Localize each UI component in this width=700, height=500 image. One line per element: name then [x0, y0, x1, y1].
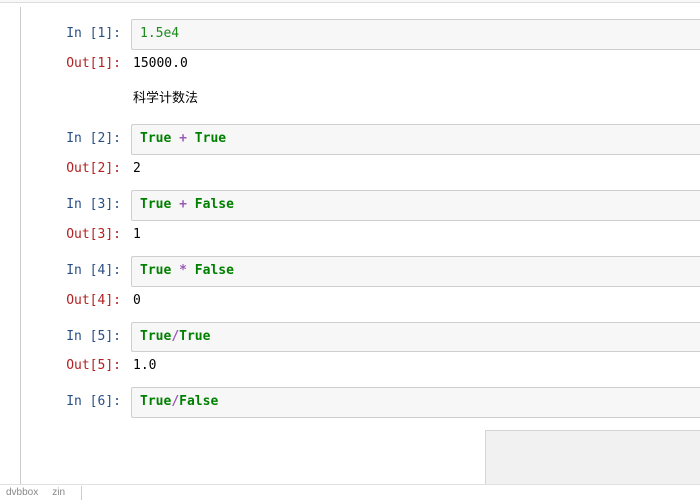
code-token: 1.5e4 [140, 26, 179, 41]
output-row: Out[2]:2 [21, 155, 700, 186]
output-row: Out[1]:15000.0 [21, 50, 700, 81]
status-item: zin [52, 487, 65, 498]
code-token: + [179, 131, 187, 146]
output-prompt: Out[1]: [21, 56, 131, 71]
status-bar: dvbbox zin [0, 484, 700, 500]
input-row: In [2]:True + True [21, 124, 700, 155]
status-item: dvbbox [6, 487, 38, 498]
code-token: False [179, 394, 218, 409]
input-row: In [3]:True + False [21, 190, 700, 221]
status-sep [81, 486, 82, 500]
input-prompt: In [4]: [21, 263, 131, 278]
output-text: 0 [131, 287, 700, 318]
code-token: False [195, 263, 234, 278]
code-input[interactable]: True/False [131, 387, 700, 418]
output-prompt: Out[2]: [21, 161, 131, 176]
input-row: In [1]: 1.5e4 [21, 19, 700, 50]
code-token: True [140, 131, 171, 146]
markdown-text: 科学计数法 [131, 81, 206, 120]
code-cell: In [3]:True + FalseOut[3]:1 [21, 190, 700, 252]
input-prompt: In [6]: [21, 394, 131, 409]
code-token [187, 131, 195, 146]
output-text: 2 [131, 155, 700, 186]
code-cell: In [1]: 1.5e4 Out[1]:15000.0科学计数法 [21, 19, 700, 120]
input-prompt: In [1]: [21, 26, 131, 41]
code-token [171, 197, 179, 212]
input-row: In [4]:True * False [21, 256, 700, 287]
output-prompt: Out[5]: [21, 358, 131, 373]
output-text: 15000.0 [131, 50, 700, 81]
output-text: 1.0 [131, 352, 700, 383]
input-prompt: In [5]: [21, 329, 131, 344]
code-token: True [140, 263, 171, 278]
markdown-row: 科学计数法 [21, 81, 700, 120]
input-row: In [6]:True/False [21, 387, 700, 418]
code-token: True [195, 131, 226, 146]
code-token: * [179, 263, 187, 278]
code-token: / [171, 329, 179, 344]
output-text: 1 [131, 221, 700, 252]
output-prompt: Out[3]: [21, 227, 131, 242]
output-row: Out[4]:0 [21, 287, 700, 318]
code-input[interactable]: True + True [131, 124, 700, 155]
code-token: + [179, 197, 187, 212]
code-cell: In [4]:True * FalseOut[4]:0 [21, 256, 700, 318]
code-input[interactable]: 1.5e4 [131, 19, 700, 50]
input-prompt: In [2]: [21, 131, 131, 146]
notebook-container: In [1]:1.5e4Out[1]:15000.0科学计数法In [2]:Tr… [0, 3, 700, 500]
code-input[interactable]: True * False [131, 256, 700, 287]
code-token: / [171, 394, 179, 409]
notebook-cells: In [1]:1.5e4Out[1]:15000.0科学计数法In [2]:Tr… [20, 7, 700, 500]
code-token [187, 197, 195, 212]
code-input[interactable]: True/True [131, 322, 700, 353]
code-input[interactable]: True + False [131, 190, 700, 221]
input-prompt: In [3]: [21, 197, 131, 212]
code-token: True [140, 197, 171, 212]
code-cell: In [6]:True/False [21, 387, 700, 418]
code-token: True [140, 329, 171, 344]
code-token [187, 263, 195, 278]
output-prompt: Out[4]: [21, 293, 131, 308]
code-cell: In [2]:True + TrueOut[2]:2 [21, 124, 700, 186]
code-token: True [179, 329, 210, 344]
code-token: False [195, 197, 234, 212]
code-token [171, 263, 179, 278]
code-token: True [140, 394, 171, 409]
output-row: Out[5]:1.0 [21, 352, 700, 383]
code-cell: In [5]:True/TrueOut[5]:1.0 [21, 322, 700, 384]
input-row: In [5]:True/True [21, 322, 700, 353]
code-token [171, 131, 179, 146]
output-row: Out[3]:1 [21, 221, 700, 252]
